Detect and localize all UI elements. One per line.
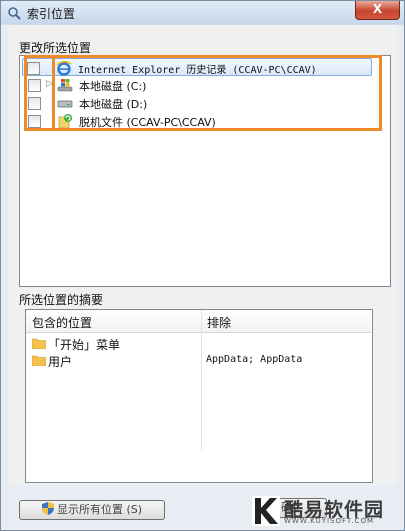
tree-item-offline-files[interactable]: 脱机文件 (CCAV-PC\CCAV) xyxy=(24,112,374,130)
ie-icon xyxy=(56,61,72,76)
ie-history-checkbox[interactable] xyxy=(27,62,40,75)
drive-icon xyxy=(57,100,73,108)
tree-item-label: Internet Explorer 历史记录 (CCAV-PC\CCAV) xyxy=(78,65,317,76)
tree-item-ie-history[interactable]: Internet Explorer 历史记录 (CCAV-PC\CCAV) xyxy=(22,58,372,76)
summary-table[interactable]: 包含的位置 排除 「开始」菜单 用户 AppData; AppData xyxy=(25,309,373,483)
table-row[interactable]: 用户 AppData; AppData xyxy=(30,352,370,369)
table-row[interactable]: 「开始」菜单 xyxy=(30,335,370,352)
window-title: 索引位置 xyxy=(27,7,76,21)
folder-icon xyxy=(32,338,46,349)
tree-item-label: 本地磁盘 (D:) xyxy=(79,98,148,111)
offline-files-checkbox[interactable] xyxy=(28,115,41,128)
summary-label: 所选位置的摘要 xyxy=(19,293,104,307)
watermark-url: WWW.KUYISOFT.COM xyxy=(284,517,375,525)
show-all-locations-button[interactable]: 显示所有位置 (S) xyxy=(19,500,165,520)
tree-item-drive-c[interactable]: ▷ 本地磁盘 (C:) xyxy=(24,76,374,94)
site-watermark: 酷易软件园 WWW.KUYISOFT.COM xyxy=(250,494,402,528)
included-location: 「开始」菜单 xyxy=(48,338,121,352)
folder-icon xyxy=(32,355,46,366)
tree-item-label: 本地磁盘 (C:) xyxy=(79,80,147,93)
show-all-label: 显示所有位置 (S) xyxy=(56,503,143,516)
change-locations-label: 更改所选位置 xyxy=(19,41,92,55)
drive-d-checkbox[interactable] xyxy=(28,97,41,110)
windows-drive-icon xyxy=(57,79,73,92)
search-index-icon xyxy=(8,7,21,20)
excluded-location: AppData; AppData xyxy=(206,354,303,365)
close-button[interactable]: X xyxy=(355,1,400,20)
locations-tree[interactable]: Internet Explorer 历史记录 (CCAV-PC\CCAV) ▷ … xyxy=(19,55,391,287)
column-excluded[interactable]: 排除 xyxy=(207,314,231,331)
indexed-locations-window: 索引位置 X 更改所选位置 Internet Explorer 历史记录 (CC… xyxy=(0,0,405,531)
summary-header: 包含的位置 排除 xyxy=(26,310,371,333)
title-bar[interactable]: 索引位置 X xyxy=(1,1,404,24)
main-panel: 更改所选位置 Internet Explorer 历史记录 (CCAV-PC\C… xyxy=(9,25,397,485)
expand-arrow-icon[interactable]: ▷ xyxy=(46,79,53,89)
drive-c-checkbox[interactable] xyxy=(28,79,41,92)
included-location: 用户 xyxy=(48,355,73,369)
uac-shield-icon xyxy=(41,502,54,515)
column-divider[interactable] xyxy=(201,310,202,450)
watermark-logo-icon xyxy=(252,496,280,526)
tree-item-drive-d[interactable]: 本地磁盘 (D:) xyxy=(24,94,374,112)
offline-files-icon xyxy=(58,114,72,129)
column-included[interactable]: 包含的位置 xyxy=(32,314,92,331)
tree-item-label: 脱机文件 (CCAV-PC\CCAV) xyxy=(79,116,216,129)
